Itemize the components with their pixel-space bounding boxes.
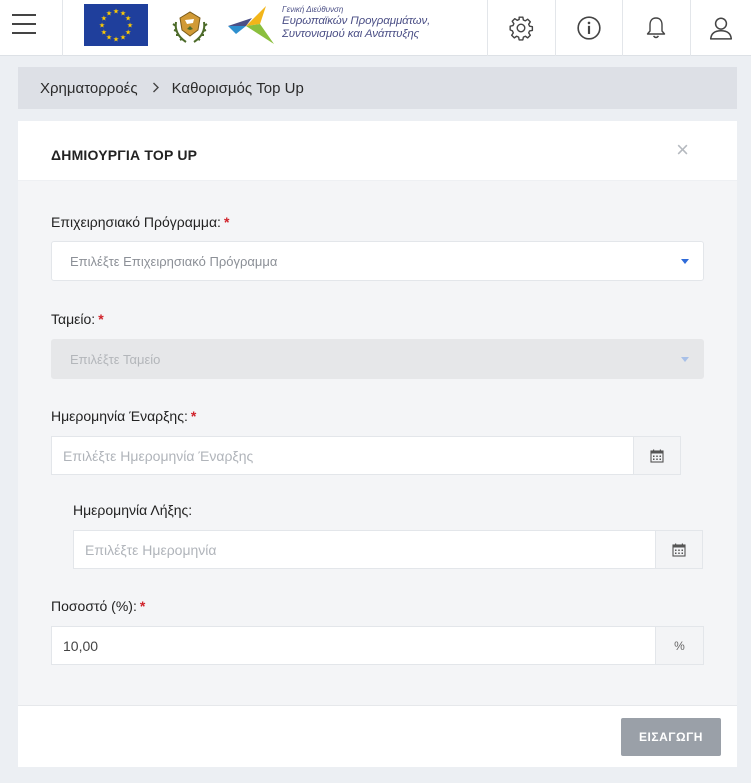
- info-button[interactable]: [555, 0, 621, 56]
- eu-star-icon: ★: [113, 8, 119, 16]
- modal-footer: ΕΙΣΑΓΩΓΗ: [18, 705, 737, 767]
- gear-icon: [508, 16, 533, 41]
- settings-button[interactable]: [487, 0, 553, 56]
- eu-star-icon: ★: [99, 22, 105, 30]
- required-mark: *: [139, 598, 146, 614]
- fund-select: Επιλέξτε Ταμείο: [51, 339, 704, 379]
- user-menu-button[interactable]: [690, 0, 751, 56]
- dg-logo-text: Γενική Διεύθυνση Ευρωπαϊκών Προγραμμάτων…: [282, 5, 430, 41]
- percent-label: Ποσοστό (%): *: [51, 598, 145, 614]
- chevron-down-icon: [681, 259, 689, 264]
- fund-select-placeholder: Επιλέξτε Ταμείο: [70, 351, 161, 367]
- breadcrumb: Χρηματορροές Καθορισμός Top Up: [18, 67, 737, 109]
- calendar-icon: [650, 449, 664, 463]
- modal-body: Επιχειρησιακό Πρόγραμμα: * Επιλέξτε Επιχε…: [18, 181, 737, 705]
- info-icon: [576, 16, 601, 40]
- end-date-placeholder: Επιλέξτε Ημερομηνία: [85, 541, 217, 558]
- modal-title: ΔΗΜΙΟΥΡΓΙΑ TOP UP: [51, 147, 198, 163]
- percent-label-text: Ποσοστό (%):: [51, 598, 137, 614]
- percent-input[interactable]: 10,00: [51, 626, 656, 665]
- dg-line2: Συντονισμού και Ανάπτυξης: [282, 28, 420, 40]
- hamburger-menu-icon[interactable]: [12, 14, 36, 36]
- program-label-text: Επιχειρησιακό Πρόγραμμα:: [51, 214, 221, 230]
- program-select[interactable]: Επιλέξτε Επιχειρησιακό Πρόγραμμα: [51, 241, 704, 281]
- fund-label-text: Ταμείο:: [51, 311, 96, 327]
- close-icon[interactable]: ×: [676, 139, 689, 161]
- percent-value: 10,00: [63, 637, 99, 654]
- calendar-icon: [672, 543, 686, 557]
- start-date-label: Ημερομηνία Έναρξης: *: [51, 408, 196, 424]
- chevron-down-icon: [681, 357, 689, 362]
- eu-star-icon: ★: [106, 9, 112, 17]
- top-navbar: ★ ★ ★ ★ ★ ★ ★ ★ ★ ★ ★ ★ Γενική Διεύθυνση Ευρωπαϊκών…: [0, 0, 751, 56]
- eu-star-icon: ★: [113, 36, 119, 44]
- percent-addon: %: [655, 626, 704, 665]
- eu-star-icon: ★: [101, 29, 107, 37]
- start-date-input[interactable]: Επιλέξτε Ημερομηνία Έναρξης: [51, 436, 634, 475]
- start-date-placeholder: Επιλέξτε Ημερομηνία Έναρξης: [63, 447, 254, 464]
- breadcrumb-item-cashflows[interactable]: Χρηματορροές: [40, 80, 138, 97]
- end-date-input[interactable]: Επιλέξτε Ημερομηνία: [73, 530, 656, 569]
- eu-star-icon: ★: [125, 15, 131, 23]
- divider: [62, 0, 63, 56]
- notifications-button[interactable]: [622, 0, 688, 56]
- start-date-calendar-button[interactable]: [633, 436, 681, 475]
- create-topup-modal: ΔΗΜΙΟΥΡΓΙΑ TOP UP × Επιχειρησιακό Πρόγρα…: [18, 121, 737, 767]
- eu-star-icon: ★: [127, 22, 133, 30]
- cyprus-emblem-logo: [168, 4, 212, 48]
- required-mark: *: [223, 214, 230, 230]
- program-label: Επιχειρησιακό Πρόγραμμα: *: [51, 214, 229, 230]
- eu-star-icon: ★: [120, 34, 126, 42]
- end-date-label: Ημερομηνία Λήξης:: [73, 502, 193, 518]
- submit-button[interactable]: ΕΙΣΑΓΩΓΗ: [621, 718, 721, 756]
- breadcrumb-separator-icon: [152, 81, 160, 96]
- end-date-calendar-button[interactable]: [655, 530, 703, 569]
- start-date-label-text: Ημερομηνία Έναρξης:: [51, 408, 188, 424]
- required-mark: *: [190, 408, 197, 424]
- dg-small-text: Γενική Διεύθυνση: [282, 5, 344, 14]
- breadcrumb-item-current: Καθορισμός Top Up: [171, 79, 304, 97]
- user-icon: [709, 17, 733, 40]
- program-select-placeholder: Επιλέξτε Επιχειρησιακό Πρόγραμμα: [70, 253, 278, 269]
- eu-flag-logo: ★ ★ ★ ★ ★ ★ ★ ★ ★ ★ ★ ★: [84, 4, 148, 46]
- bell-icon: [646, 17, 665, 39]
- required-mark: *: [98, 311, 104, 327]
- fund-label: Ταμείο: *: [51, 311, 104, 327]
- dg-line1: Ευρωπαϊκών Προγραμμάτων,: [282, 15, 431, 27]
- modal-header: ΔΗΜΙΟΥΡΓΙΑ TOP UP ×: [18, 121, 737, 181]
